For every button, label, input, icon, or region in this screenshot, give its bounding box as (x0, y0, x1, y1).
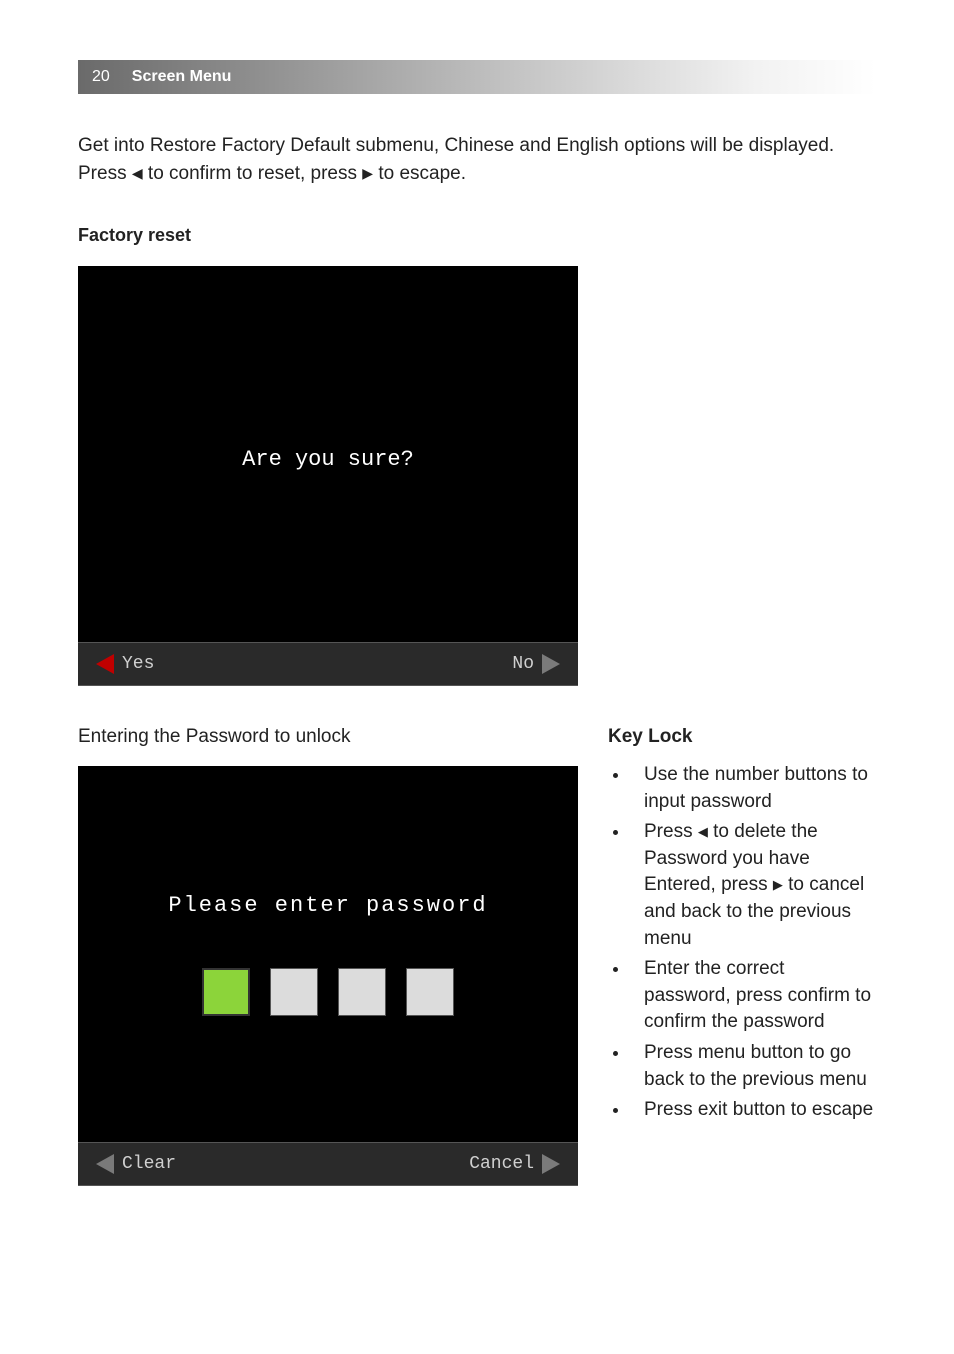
clear-label: Clear (122, 1154, 176, 1174)
keylock-heading: Key Lock (608, 726, 876, 748)
page-number: 20 (92, 68, 110, 86)
yes-option[interactable]: Yes (96, 654, 154, 674)
password-boxes (202, 968, 454, 1016)
right-arrow-icon: ▶ (773, 877, 783, 892)
dialog-body: Are you sure? (78, 266, 578, 642)
confirm-prompt: Are you sure? (242, 447, 414, 472)
header-title: Screen Menu (132, 68, 232, 86)
password-digit-2[interactable] (270, 968, 318, 1016)
list-item: Enter the correct password, press confir… (630, 956, 876, 1036)
right-arrow-icon (542, 1154, 560, 1174)
intro-text-c: to confirm to reset, press (143, 163, 363, 184)
left-arrow-icon: ◀ (698, 824, 708, 839)
password-digit-4[interactable] (406, 968, 454, 1016)
dialog-footer: Yes No (78, 642, 578, 686)
password-footer: Clear Cancel (78, 1142, 578, 1186)
cancel-option[interactable]: Cancel (469, 1154, 560, 1174)
password-heading: Entering the Password to unlock (78, 726, 578, 748)
list-item: Use the number buttons to input password (630, 762, 876, 815)
intro-text-a: Get into Restore Factory Default submenu… (78, 135, 749, 156)
right-arrow-icon: ▶ (362, 163, 373, 183)
confirm-dialog-screenshot: Are you sure? Yes No (78, 266, 578, 686)
intro-paragraph: Get into Restore Factory Default submenu… (78, 132, 876, 187)
list-item: Press exit button to escape (630, 1097, 876, 1124)
no-option[interactable]: No (512, 654, 560, 674)
keylock-list: Use the number buttons to input password… (608, 762, 876, 1124)
factory-reset-heading: Factory reset (78, 225, 876, 246)
right-arrow-icon (542, 654, 560, 674)
password-body: Please enter password (78, 766, 578, 1142)
yes-label: Yes (122, 654, 154, 674)
left-column: Entering the Password to unlock Please e… (78, 726, 578, 1186)
no-label: No (512, 654, 534, 674)
document-page: 20 Screen Menu Get into Restore Factory … (0, 0, 954, 1246)
right-column: Key Lock Use the number buttons to input… (608, 726, 876, 1186)
list-item: Press ◀ to delete the Password you have … (630, 819, 876, 952)
left-arrow-icon: ◀ (132, 163, 143, 183)
left-arrow-icon (96, 1154, 114, 1174)
password-prompt: Please enter password (168, 893, 487, 918)
left-arrow-icon (96, 654, 114, 674)
password-digit-1[interactable] (202, 968, 250, 1016)
cancel-label: Cancel (469, 1154, 534, 1174)
intro-text-d: to escape. (373, 163, 466, 184)
password-dialog-screenshot: Please enter password Clear Cancel (78, 766, 578, 1186)
two-column-row: Entering the Password to unlock Please e… (78, 726, 876, 1186)
password-digit-3[interactable] (338, 968, 386, 1016)
page-header: 20 Screen Menu (78, 60, 876, 94)
list-item: Press menu button to go back to the prev… (630, 1040, 876, 1093)
clear-option[interactable]: Clear (96, 1154, 176, 1174)
